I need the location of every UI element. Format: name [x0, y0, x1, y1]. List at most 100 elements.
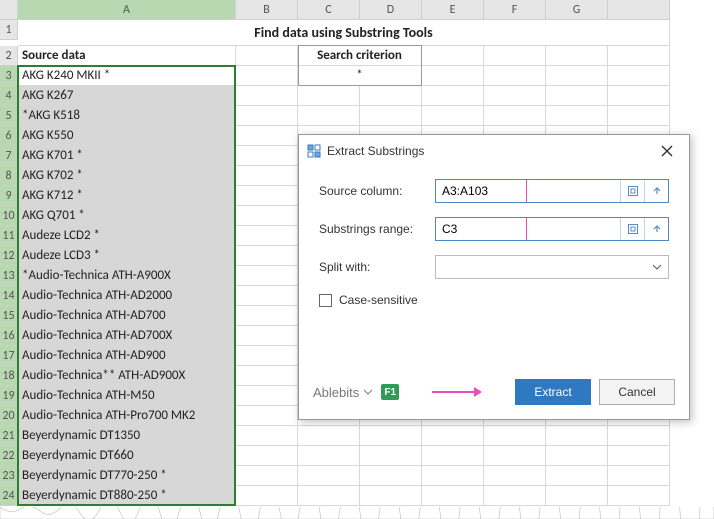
extract-button[interactable]: Extract — [515, 379, 591, 405]
data-cell[interactable]: Audio-Technica** ATH-AD900X — [18, 366, 236, 386]
cell[interactable] — [298, 426, 360, 446]
column-header[interactable]: E — [422, 0, 484, 20]
column-header[interactable]: F — [484, 0, 546, 20]
cell[interactable] — [608, 426, 670, 446]
data-cell[interactable]: AKG Q701 * — [18, 206, 236, 226]
substrings-range-input[interactable] — [436, 218, 526, 240]
row-header[interactable]: 5 — [0, 106, 18, 126]
row-header[interactable]: 1 — [0, 20, 18, 40]
cell[interactable] — [236, 66, 298, 86]
cell[interactable] — [422, 66, 484, 86]
cell[interactable] — [546, 86, 608, 106]
cell[interactable] — [298, 106, 360, 126]
cell[interactable] — [484, 446, 546, 466]
cell[interactable] — [608, 66, 670, 86]
cell[interactable] — [236, 306, 298, 326]
cell[interactable] — [236, 226, 298, 246]
column-header[interactable]: B — [236, 0, 298, 20]
cell[interactable] — [360, 446, 422, 466]
cell[interactable] — [360, 466, 422, 486]
search-value-cell[interactable]: * — [298, 66, 422, 86]
cell[interactable] — [236, 346, 298, 366]
data-cell[interactable]: AKG K240 MKII * — [18, 66, 236, 86]
cell[interactable] — [484, 426, 546, 446]
row-header[interactable]: 23 — [0, 466, 18, 486]
cell[interactable] — [236, 186, 298, 206]
cell[interactable] — [236, 466, 298, 486]
cell[interactable] — [484, 66, 546, 86]
cell[interactable] — [484, 486, 546, 506]
data-cell[interactable]: Audio-Technica ATH-M50 — [18, 386, 236, 406]
data-cell[interactable]: AKG K701 * — [18, 146, 236, 166]
cell[interactable] — [360, 486, 422, 506]
collapse-button[interactable] — [644, 218, 668, 240]
range-picker-button[interactable] — [620, 180, 644, 202]
cell[interactable] — [236, 266, 298, 286]
cell[interactable] — [608, 106, 670, 126]
row-header[interactable]: 21 — [0, 426, 18, 446]
column-header[interactable]: D — [360, 0, 422, 20]
cell[interactable] — [546, 446, 608, 466]
cell[interactable] — [236, 446, 298, 466]
cell[interactable] — [422, 106, 484, 126]
row-header[interactable]: 3 — [0, 66, 18, 86]
data-cell[interactable]: AKG K712 * — [18, 186, 236, 206]
data-cell[interactable]: Audio-Technica ATH-AD2000 — [18, 286, 236, 306]
column-header[interactable] — [608, 0, 670, 20]
cell[interactable] — [236, 366, 298, 386]
row-header[interactable]: 10 — [0, 206, 18, 226]
cell[interactable] — [236, 386, 298, 406]
data-cell[interactable]: Audeze LCD2 * — [18, 226, 236, 246]
cell[interactable] — [546, 106, 608, 126]
cell[interactable] — [608, 466, 670, 486]
row-header[interactable]: 22 — [0, 446, 18, 466]
row-header[interactable]: 14 — [0, 286, 18, 306]
data-cell[interactable]: Audio-Technica ATH-AD700X — [18, 326, 236, 346]
cell[interactable] — [236, 326, 298, 346]
column-header[interactable]: G — [546, 0, 608, 20]
data-cell[interactable]: Audio-Technica ATH-AD900 — [18, 346, 236, 366]
cell[interactable] — [422, 426, 484, 446]
cell[interactable] — [236, 86, 298, 106]
data-cell[interactable]: Audio-Technica ATH-Pro700 MK2 — [18, 406, 236, 426]
cell[interactable] — [236, 426, 298, 446]
row-header[interactable]: 19 — [0, 386, 18, 406]
row-header[interactable]: 13 — [0, 266, 18, 286]
cell[interactable] — [422, 446, 484, 466]
row-header[interactable]: 24 — [0, 486, 18, 506]
cell[interactable] — [236, 46, 298, 66]
split-with-input[interactable] — [436, 256, 646, 278]
cell[interactable] — [298, 466, 360, 486]
cell[interactable] — [236, 126, 298, 146]
cell[interactable] — [546, 66, 608, 86]
row-header[interactable]: 12 — [0, 246, 18, 266]
data-cell[interactable]: AKG K267 — [18, 86, 236, 106]
row-header[interactable]: 15 — [0, 306, 18, 326]
cell[interactable] — [236, 406, 298, 426]
cell[interactable] — [608, 46, 670, 66]
cell[interactable] — [360, 86, 422, 106]
row-header[interactable]: 11 — [0, 226, 18, 246]
cell[interactable] — [484, 466, 546, 486]
cell[interactable] — [236, 486, 298, 506]
data-cell[interactable]: Audio-Technica ATH-AD700 — [18, 306, 236, 326]
cell[interactable] — [546, 426, 608, 446]
data-cell[interactable]: Beyerdynamic DT1350 — [18, 426, 236, 446]
cell[interactable] — [484, 46, 546, 66]
row-header[interactable]: 9 — [0, 186, 18, 206]
data-cell[interactable]: *Audio-Technica ATH-A900X — [18, 266, 236, 286]
data-cell[interactable]: *AKG K518 — [18, 106, 236, 126]
select-all-corner[interactable] — [0, 0, 18, 20]
cell[interactable] — [422, 86, 484, 106]
close-button[interactable] — [653, 141, 681, 161]
cancel-button[interactable]: Cancel — [599, 379, 675, 405]
data-cell[interactable]: Beyerdynamic DT880-250 * — [18, 486, 236, 506]
data-cell[interactable]: Audeze LCD3 * — [18, 246, 236, 266]
row-header[interactable]: 2 — [0, 46, 18, 66]
cell[interactable] — [546, 466, 608, 486]
cell[interactable] — [298, 446, 360, 466]
column-header[interactable]: C — [298, 0, 360, 20]
row-header[interactable]: 4 — [0, 86, 18, 106]
cell[interactable] — [298, 86, 360, 106]
cell[interactable] — [236, 246, 298, 266]
